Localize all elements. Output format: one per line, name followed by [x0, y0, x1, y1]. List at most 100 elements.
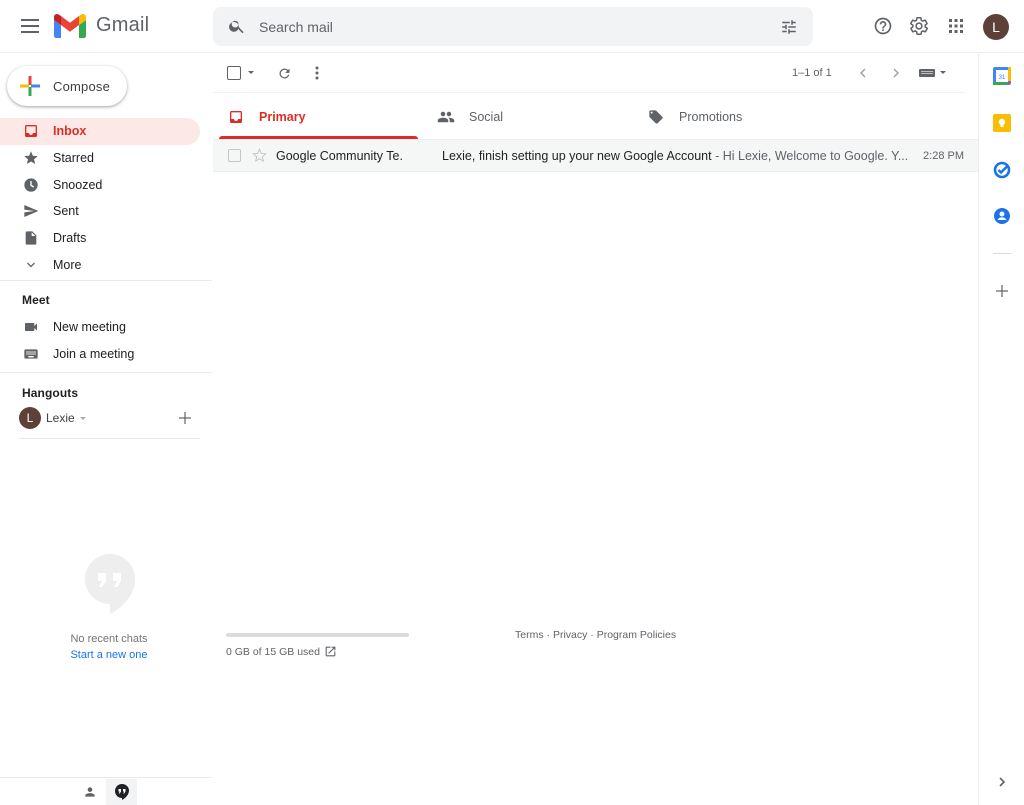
- new-meeting-label: New meeting: [53, 319, 126, 334]
- clock-icon: [22, 176, 39, 193]
- compose-label: Compose: [53, 78, 111, 94]
- calendar-button[interactable]: 31: [993, 67, 1011, 85]
- storage-text: 0 GB of 15 GB used: [226, 646, 320, 658]
- help-icon: [874, 17, 892, 35]
- hangouts-icon: [114, 784, 129, 800]
- search-button[interactable]: [227, 16, 247, 36]
- contacts-icon: [994, 208, 1010, 224]
- calendar-icon: 31: [993, 67, 1011, 85]
- keep-icon: [993, 114, 1011, 132]
- plus-icon: [996, 285, 1008, 297]
- gmail-logo[interactable]: [54, 14, 86, 38]
- open-in-new-icon: [325, 646, 336, 657]
- new-meeting-item[interactable]: New meeting: [22, 318, 126, 335]
- search-input[interactable]: [259, 7, 759, 46]
- star-toggle[interactable]: [252, 148, 267, 163]
- hangouts-bubble-icon: [84, 553, 136, 615]
- pagination-text: 1–1 of 1: [792, 67, 832, 79]
- compose-plus-icon: [19, 75, 41, 97]
- email-snippet: - Hi Lexie, Welcome to Google. Y...: [711, 149, 909, 163]
- keep-button[interactable]: [993, 114, 1011, 132]
- menu-icon: [21, 19, 39, 33]
- email-sender: Google Community Te.: [276, 149, 403, 163]
- sidebar-item-label: Inbox: [53, 124, 87, 139]
- support-button[interactable]: [872, 15, 894, 37]
- person-icon: [85, 787, 95, 797]
- chevron-down-icon: [22, 256, 39, 273]
- people-icon: [437, 108, 455, 126]
- email-checkbox[interactable]: [228, 149, 241, 162]
- divider: [0, 280, 212, 281]
- svg-text:31: 31: [999, 75, 1006, 81]
- start-new-chat-link[interactable]: Start a new one: [0, 649, 218, 661]
- no-chats-text: No recent chats: [70, 633, 148, 645]
- chevron-left-icon: [860, 68, 866, 78]
- new-conversation-button[interactable]: [178, 411, 192, 425]
- hangouts-user-name: Lexie: [46, 411, 75, 425]
- refresh-icon: [278, 67, 289, 78]
- sidebar-item-label: Sent: [53, 204, 79, 219]
- tab-label: Primary: [259, 109, 306, 124]
- show-side-panel-button[interactable]: [993, 773, 1011, 791]
- plus-icon: [179, 412, 191, 424]
- settings-icon: [910, 17, 928, 35]
- google-apps-button[interactable]: [945, 15, 967, 37]
- email-time: 2:28 PM: [923, 150, 964, 162]
- contacts-button[interactable]: [993, 207, 1011, 225]
- contacts-tab-button[interactable]: [82, 784, 98, 800]
- app-name: Gmail: [96, 14, 150, 36]
- side-panel: 31: [978, 54, 1024, 805]
- select-all-checkbox[interactable]: [227, 66, 241, 80]
- sidebar-item-sent[interactable]: Sent: [0, 198, 200, 225]
- meet-section-title: Meet: [22, 293, 50, 307]
- tab-promotions[interactable]: Promotions: [633, 94, 838, 139]
- compose-button[interactable]: Compose: [7, 66, 127, 106]
- divider: [19, 438, 200, 439]
- divider: [0, 777, 212, 778]
- mail-toolbar: [213, 54, 965, 93]
- terms-link[interactable]: Terms: [515, 629, 544, 641]
- hangouts-user-menu[interactable]: L Lexie: [19, 407, 86, 429]
- sidebar-item-label: Snoozed: [53, 177, 103, 192]
- tab-primary[interactable]: Primary: [213, 94, 418, 139]
- settings-button[interactable]: [908, 15, 930, 37]
- main-menu-button[interactable]: [16, 12, 44, 40]
- join-meeting-label: Join a meeting: [53, 346, 135, 361]
- sidebar-item-starred[interactable]: Starred: [0, 145, 200, 172]
- sidebar-item-label: More: [53, 257, 82, 272]
- input-tools-button[interactable]: [918, 67, 948, 79]
- tasks-button[interactable]: [993, 161, 1011, 179]
- chevron-right-icon: [893, 68, 899, 78]
- privacy-link[interactable]: Privacy: [553, 629, 587, 641]
- tune-icon: [782, 20, 796, 34]
- tab-label: Promotions: [679, 109, 743, 124]
- sidebar-item-more[interactable]: More: [0, 251, 200, 278]
- sidebar-item-snoozed[interactable]: Snoozed: [0, 171, 200, 198]
- join-meeting-item[interactable]: Join a meeting: [22, 345, 134, 362]
- get-addons-button[interactable]: [993, 282, 1011, 300]
- email-row[interactable]: Google Community Te. Lexie, finish setti…: [213, 139, 978, 172]
- program-policies-link[interactable]: Program Policies: [597, 629, 676, 641]
- sidebar-item-inbox[interactable]: Inbox: [0, 118, 200, 145]
- draft-icon: [22, 230, 39, 247]
- inbox-icon: [22, 123, 39, 140]
- account-avatar[interactable]: L: [983, 14, 1009, 40]
- newer-button[interactable]: [856, 66, 870, 80]
- hangouts-tab-button[interactable]: [106, 779, 137, 805]
- email-subject-line: Lexie, finish setting up your new Google…: [442, 149, 908, 163]
- send-icon: [22, 203, 39, 220]
- separator: ·: [543, 629, 553, 641]
- manage-storage-link[interactable]: [324, 645, 337, 658]
- sidebar-item-label: Starred: [53, 151, 94, 166]
- divider: [0, 372, 212, 373]
- apps-icon: [949, 19, 963, 33]
- search-options-button[interactable]: [779, 17, 799, 37]
- tab-social[interactable]: Social: [423, 94, 628, 139]
- older-button[interactable]: [889, 66, 903, 80]
- more-actions-button[interactable]: [311, 65, 323, 81]
- refresh-button[interactable]: [276, 65, 292, 81]
- sidebar-item-label: Drafts: [53, 231, 87, 246]
- inbox-icon: [227, 108, 245, 126]
- select-dropdown-caret[interactable]: [248, 71, 254, 74]
- sidebar-item-drafts[interactable]: Drafts: [0, 225, 200, 252]
